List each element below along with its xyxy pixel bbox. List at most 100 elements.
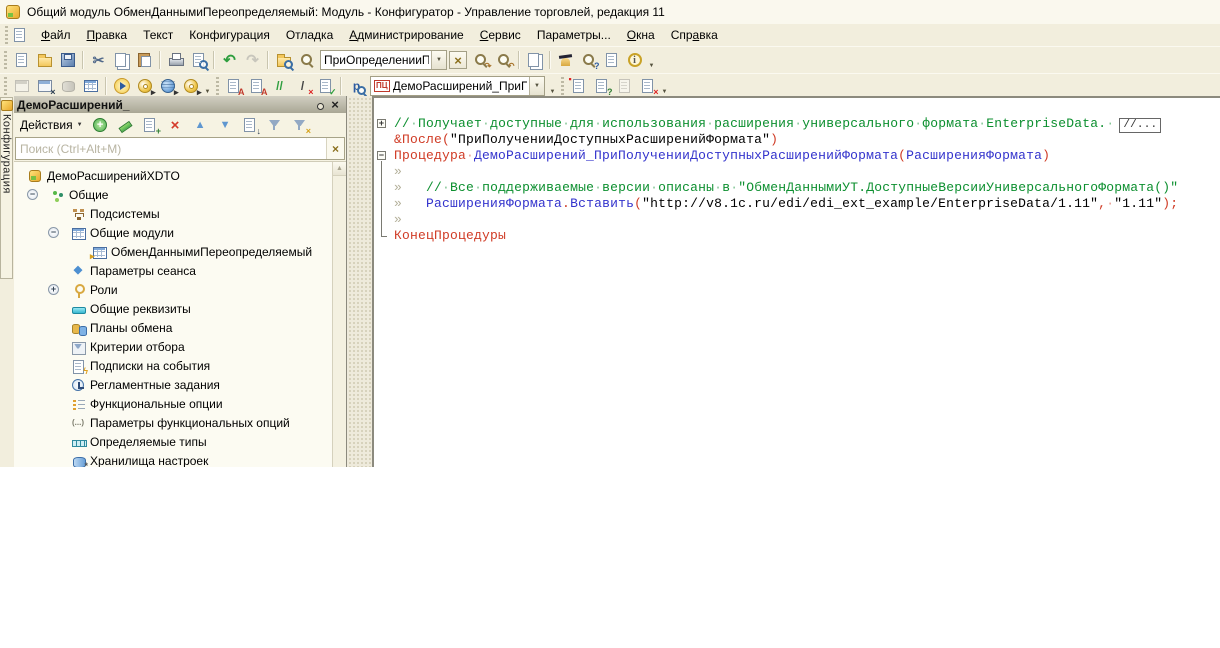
tree-item[interactable]: −Общие — [14, 185, 346, 204]
tree-item[interactable]: ▸ОбменДаннымиПереопределяемый — [14, 242, 346, 261]
procedures-list-button[interactable]: p — [345, 75, 368, 97]
filter-clear-button[interactable]: × — [289, 114, 312, 136]
print-preview-button[interactable] — [187, 49, 210, 71]
table-settings-button[interactable] — [79, 75, 102, 97]
toolbar-overflow-icon[interactable]: ▼ — [646, 49, 657, 72]
toolbar-grip[interactable] — [561, 77, 564, 95]
fold-collapse-icon[interactable]: − — [377, 151, 386, 160]
tree-item[interactable]: *Хранилища настроек — [14, 451, 346, 467]
info-button[interactable] — [623, 49, 646, 71]
tab-configuration[interactable]: Конфигурация — [0, 97, 13, 279]
block-template-b-button[interactable]: А — [245, 75, 268, 97]
add-button[interactable] — [89, 114, 112, 136]
global-search-button[interactable] — [272, 49, 295, 71]
tree-item[interactable]: (...)Параметры функциональных опций — [14, 413, 346, 432]
debug-web-client-button[interactable]: ▸ — [156, 75, 179, 97]
menu-item-file[interactable]: Файл — [33, 26, 79, 44]
menu-item-service[interactable]: Сервис — [472, 26, 529, 44]
find-button[interactable] — [295, 49, 318, 71]
find-previous-button[interactable]: ↶ — [492, 49, 515, 71]
menu-item-help[interactable]: Справка — [663, 26, 726, 44]
print-button[interactable] — [164, 49, 187, 71]
toolbar-overflow-icon[interactable]: ▼ — [547, 75, 558, 98]
panel-splitter[interactable] — [347, 96, 372, 467]
procedure-combo[interactable]: ПЦДемоРасширений_ПриПолучен▼ — [370, 76, 545, 96]
menu-item-administration[interactable]: Администрирование — [341, 26, 471, 44]
block-template-a-button[interactable]: А — [222, 75, 245, 97]
toolbar-grip[interactable] — [4, 51, 7, 69]
scroll-up-icon[interactable]: ▲ — [333, 162, 346, 176]
sort-button[interactable]: ↓ — [239, 114, 262, 136]
window-list-button[interactable]: × — [33, 75, 56, 97]
panel-title-bar[interactable]: ДемоРасширений_ × — [14, 96, 346, 113]
find-combo[interactable]: ПриОпределенииПодд▼ — [320, 50, 447, 70]
redo-button[interactable]: ↷ — [241, 49, 264, 71]
collapse-icon[interactable]: − — [27, 189, 38, 200]
fold-expand-icon[interactable]: + — [377, 119, 386, 128]
goto-definition-button[interactable]: ? — [590, 75, 613, 97]
menu-grip[interactable] — [5, 26, 8, 44]
bookmark-add-button[interactable]: ▪ — [567, 75, 590, 97]
menu-item-text[interactable]: Текст — [135, 26, 181, 44]
tree-item[interactable]: Планы обмена — [14, 318, 346, 337]
code-editor[interactable]: +//·Получает·доступные·для·использования… — [372, 96, 1220, 467]
tree-item[interactable]: ◆Параметры сеанса — [14, 261, 346, 280]
syntax-search-button[interactable]: ? — [577, 49, 600, 71]
tree-item[interactable]: +Роли — [14, 280, 346, 299]
menu-item-edit[interactable]: Правка — [79, 26, 136, 44]
comment-remove-button[interactable]: /× — [291, 75, 314, 97]
filter-button[interactable] — [264, 114, 287, 136]
toolbar-overflow-icon[interactable]: ▼ — [202, 75, 213, 98]
configuration-window-button[interactable] — [10, 75, 33, 97]
copy-pages-button[interactable] — [523, 49, 546, 71]
tree-item[interactable]: Общие реквизиты — [14, 299, 346, 318]
comment-add-button[interactable]: // — [268, 75, 291, 97]
expand-icon[interactable]: + — [48, 284, 59, 295]
tree-item[interactable]: −Общие модули — [14, 223, 346, 242]
tree-item[interactable]: Критерии отбора — [14, 337, 346, 356]
bookmark-muted-button[interactable] — [613, 75, 636, 97]
tree-item[interactable]: ϟПодписки на события — [14, 356, 346, 375]
actions-button[interactable]: Действия ▼ — [16, 116, 87, 134]
find-combo-arrow-icon[interactable]: ▼ — [431, 51, 446, 69]
debug-client-button[interactable]: ▸ — [133, 75, 156, 97]
toolbar-overflow-icon[interactable]: ▼ — [659, 75, 670, 98]
database-config-button[interactable] — [56, 75, 79, 97]
edit-button[interactable] — [114, 114, 137, 136]
template-doc-button[interactable] — [600, 49, 623, 71]
syntax-check-button[interactable]: ✓ — [314, 75, 337, 97]
search-input[interactable] — [16, 138, 326, 159]
undo-button[interactable]: ↶ — [218, 49, 241, 71]
pin-icon[interactable] — [311, 98, 325, 112]
move-down-button[interactable]: ▼ — [214, 114, 237, 136]
find-next-button[interactable]: ↷ — [469, 49, 492, 71]
collapse-icon[interactable]: − — [48, 227, 59, 238]
cut-button[interactable]: ✂ — [87, 49, 110, 71]
save-button[interactable] — [56, 49, 79, 71]
syntax-helper-button[interactable] — [554, 49, 577, 71]
search-clear-icon[interactable]: × — [326, 138, 344, 159]
toolbar-grip[interactable] — [4, 77, 7, 95]
open-button[interactable] — [33, 49, 56, 71]
copy-button[interactable] — [110, 49, 133, 71]
debug-client-alt-button[interactable]: ▸ — [179, 75, 202, 97]
collapsed-comment-box[interactable]: //... — [1119, 118, 1161, 133]
menu-item-windows[interactable]: Окна — [619, 26, 663, 44]
procedure-combo-arrow-icon[interactable]: ▼ — [529, 77, 544, 95]
find-close-button[interactable]: × — [449, 51, 467, 69]
menu-item-debug[interactable]: Отладка — [278, 26, 341, 44]
paste-button[interactable] — [133, 49, 156, 71]
toolbar-grip[interactable] — [216, 77, 219, 95]
debug-start-button[interactable] — [110, 75, 133, 97]
move-up-button[interactable]: ▲ — [189, 114, 212, 136]
tree-item[interactable]: Регламентные задания — [14, 375, 346, 394]
new-document-button[interactable] — [10, 49, 33, 71]
bookmark-delete-button[interactable]: × — [636, 75, 659, 97]
tree-item[interactable]: Подсистемы — [14, 204, 346, 223]
menu-item-parameters[interactable]: Параметры... — [529, 26, 619, 44]
tree-item[interactable]: ДемоРасширенийXDTO — [14, 166, 346, 185]
tree-scrollbar[interactable]: ▲ — [332, 162, 346, 467]
tree-item[interactable]: Определяемые типы — [14, 432, 346, 451]
menu-item-configuration[interactable]: Конфигурация — [181, 26, 278, 44]
delete-button[interactable]: × — [164, 114, 187, 136]
